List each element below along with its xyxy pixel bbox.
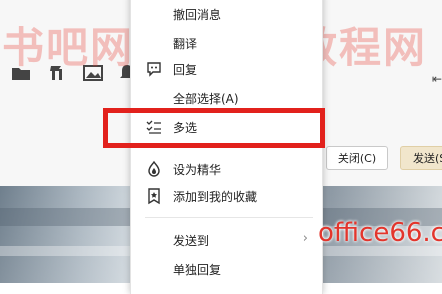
multi-select-icon (145, 118, 163, 136)
menu-item-label: 翻译 (173, 37, 198, 51)
context-menu: 撤回消息 翻译 回复 全部选择(A) 多选 设为精华 添加到我的收藏 发送到 ›… (130, 0, 323, 294)
menu-item-translate[interactable]: 翻译 (131, 31, 322, 57)
cut-icon[interactable] (46, 62, 68, 84)
favorite-icon (145, 187, 163, 205)
menu-item-label: 撤回消息 (173, 8, 222, 22)
menu-item-label: 发送到 (173, 234, 210, 248)
folder-icon[interactable] (10, 62, 32, 84)
menu-item-label: 设为精华 (173, 163, 222, 177)
menu-item-label: 添加到我的收藏 (173, 190, 258, 204)
chevron-right-icon: › (302, 231, 308, 246)
menu-item-set-highlight[interactable]: 设为精华 (131, 157, 322, 183)
menu-item-add-favorite[interactable]: 添加到我的收藏 (131, 184, 322, 210)
menu-item-reply-privately[interactable]: 单独回复 (131, 257, 322, 283)
menu-item-reply[interactable]: 回复 (131, 57, 322, 83)
menu-item-select-all[interactable]: 全部选择(A) (131, 86, 322, 112)
menu-item-label: 全部选择(A) (173, 92, 239, 106)
menu-separator (145, 146, 313, 147)
menu-separator (145, 217, 313, 218)
close-button[interactable]: 关闭(C) (326, 146, 388, 170)
menu-item-send-to[interactable]: 发送到 › (131, 228, 322, 254)
menu-item-label: 单独回复 (173, 263, 222, 277)
image-icon[interactable] (82, 62, 104, 84)
highlight-icon (145, 160, 163, 178)
menu-item-label: 回复 (173, 63, 198, 77)
send-button[interactable]: 发送(S (400, 146, 442, 170)
menu-item-label: 多选 (173, 121, 198, 135)
reply-icon (145, 60, 163, 78)
menu-item-multi-select[interactable]: 多选 (131, 115, 322, 141)
collapse-arrow-icon[interactable]: ⇤ (432, 72, 442, 86)
menu-item-recall[interactable]: 撤回消息 (131, 2, 322, 28)
